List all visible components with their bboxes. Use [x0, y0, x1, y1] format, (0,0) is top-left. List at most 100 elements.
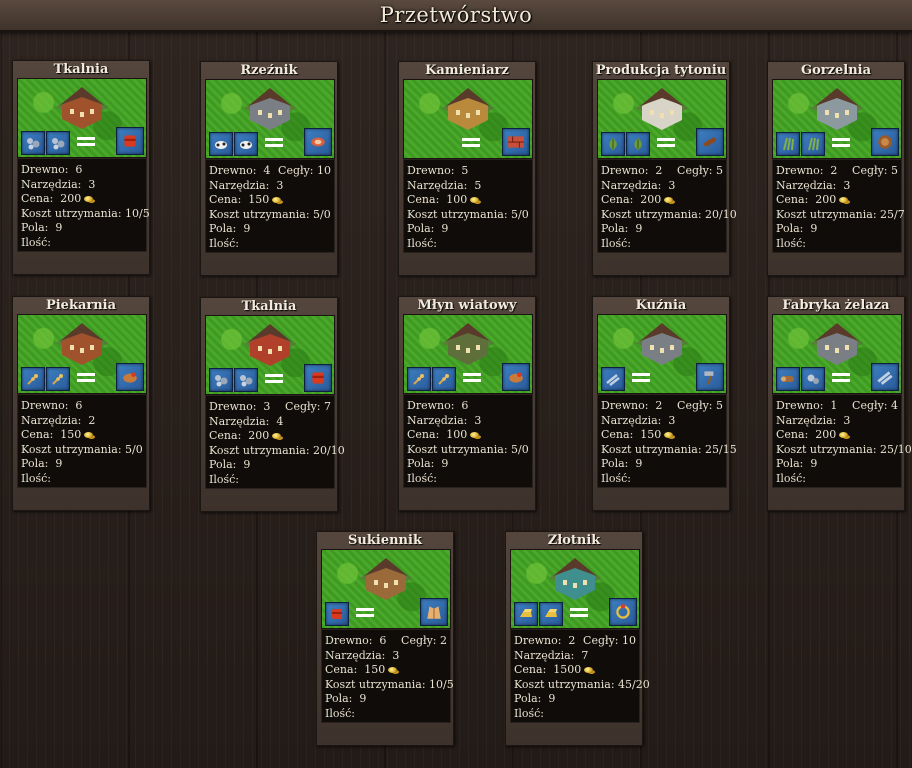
tools-label: Narzędzia:: [21, 177, 82, 191]
building-card[interactable]: Sukiennik Drewno: 6 Cegły: 2 Narzędzia: 3 Ce…: [316, 531, 454, 746]
fields-label: Pola:: [514, 692, 542, 705]
building-card[interactable]: Gorzelnia Drewno: 2 Cegły: 5 Narzędzia: 3 Ce…: [767, 61, 905, 276]
iron-bar-icon: [601, 367, 625, 391]
building-name: Gorzelnia: [800, 63, 872, 78]
weaving-mill-icon: [52, 85, 112, 131]
tools-label: Narzędzia:: [21, 413, 82, 427]
upkeep-value: 10/5: [125, 206, 150, 220]
wood-value: 5: [461, 164, 469, 177]
stone-icon: [21, 131, 45, 155]
upkeep-label: Koszt utrzymania:: [407, 442, 508, 456]
building-picture: [205, 79, 335, 159]
building-card[interactable]: Produkcja tytoniu Drewno: 2 Cegły: 5 Narzęd…: [592, 61, 737, 276]
bricks-value: 5: [716, 399, 723, 412]
price-value: 1500: [553, 663, 582, 676]
count-label: Ilość:: [21, 235, 51, 249]
fields-label: Pola:: [601, 222, 629, 235]
building-picture: [510, 549, 640, 629]
fields-value: 9: [635, 457, 643, 470]
tobacco-leaf-icon: [601, 132, 625, 156]
cloth-icon: [116, 127, 144, 155]
building-card[interactable]: Tkalnia Drewno: 6 Narzędzia: 3 Cena: 200 Kos…: [12, 60, 150, 275]
tools-label: Narzędzia:: [601, 413, 662, 427]
wood-value: 4: [263, 164, 271, 177]
price-value: 200: [815, 428, 837, 441]
bricks-label: Cegły:: [677, 164, 713, 177]
building-stats: Drewno: 2 Cegły: 10 Narzędzia: 7 Cena: 1500…: [510, 629, 650, 723]
wood-value: 6: [461, 399, 469, 412]
building-card[interactable]: Złotnik Drewno: 2 Cegły: 10 Narzędzia: 7 Cen…: [505, 531, 650, 746]
building-stats: Drewno: 5 Narzędzia: 5 Cena: 100 Koszt utrz…: [403, 159, 533, 253]
fields-value: 9: [55, 221, 63, 234]
wood-label: Drewno:: [325, 634, 373, 647]
tools-value: 3: [88, 177, 96, 191]
building-card[interactable]: Tkalnia Drewno: 3 Cegły: 7 Narzędzia: 4 Cena…: [200, 297, 345, 512]
equals-icon: [77, 137, 95, 146]
wood-value: 2: [655, 399, 663, 412]
equals-icon: [632, 373, 650, 382]
building-picture: [205, 315, 335, 395]
wood-label: Drewno:: [601, 399, 649, 412]
bricks-value: 5: [716, 164, 723, 177]
bread-icon: [502, 363, 530, 391]
price-label: Cena:: [601, 428, 634, 441]
building-name: Produkcja tytoniu: [595, 63, 727, 78]
upkeep-value: 5/0: [313, 207, 331, 221]
bricks-label: Cegły:: [677, 399, 713, 412]
gold-coin-icon: [272, 433, 282, 439]
price-value: 150: [60, 428, 82, 441]
building-stats: Drewno: 3 Cegły: 7 Narzędzia: 4 Cena: 200 Ko…: [205, 395, 345, 489]
price-label: Cena:: [776, 428, 809, 441]
equals-icon: [77, 373, 95, 382]
building-stats: Drewno: 2 Cegły: 5 Narzędzia: 3 Cena: 200 Ko…: [597, 159, 737, 253]
gold-coin-icon: [839, 197, 849, 203]
equals-icon: [832, 138, 850, 147]
fields-value: 9: [548, 692, 556, 705]
log-icon: [776, 367, 800, 391]
building-card[interactable]: Młyn wiatowy Drewno: 6 Narzędzia: 3 Cena: 1…: [398, 296, 536, 511]
fields-value: 9: [441, 222, 449, 235]
tools-value: 3: [668, 413, 676, 427]
wood-label: Drewno:: [209, 400, 257, 413]
price-value: 150: [640, 428, 662, 441]
fields-value: 9: [243, 458, 251, 471]
fields-label: Pola:: [21, 457, 49, 470]
count-label: Ilość:: [407, 471, 437, 485]
building-card[interactable]: Kuźnia Drewno: 2 Cegły: 5 Narzędzia: 3 Cena:…: [592, 296, 737, 511]
building-name: Rzeźnik: [240, 63, 298, 78]
building-card[interactable]: Fabryka żelaza Drewno: 1 Cegły: 4 Narzędzia…: [767, 296, 912, 511]
tools-label: Narzędzia:: [325, 648, 386, 662]
building-name: Tkalnia: [53, 62, 109, 77]
gold-coin-icon: [84, 432, 94, 438]
building-card[interactable]: Kamieniarz Drewno: 5 Narzędzia: 5 Cena: 100…: [398, 61, 536, 276]
ironworks-icon: [807, 321, 867, 367]
tools-value: 3: [392, 648, 400, 662]
building-card[interactable]: Rzeźnik Drewno: 4 Cegły: 10 Narzędzia: 3 Cen…: [200, 61, 338, 276]
goldsmith-icon: [545, 556, 605, 602]
butcher-icon: [240, 86, 300, 132]
count-label: Ilość:: [601, 471, 631, 485]
upkeep-value: 25/15: [705, 442, 737, 456]
price-value: 150: [364, 663, 386, 676]
building-stats: Drewno: 6 Narzędzia: 2 Cena: 150 Koszt utrz…: [17, 394, 147, 488]
tools-label: Narzędzia:: [776, 413, 837, 427]
price-value: 150: [248, 193, 270, 206]
building-card[interactable]: Piekarnia Drewno: 6 Narzędzia: 2 Cena: 150 K…: [12, 296, 150, 511]
wood-value: 2: [568, 634, 576, 647]
stone-icon: [209, 368, 233, 392]
bricks-value: 10: [317, 164, 331, 177]
coat-icon: [420, 598, 448, 626]
wood-label: Drewno:: [514, 634, 562, 647]
bread-icon: [116, 363, 144, 391]
equals-icon: [265, 374, 283, 383]
gold-coin-icon: [470, 197, 480, 203]
building-name: Tkalnia: [241, 299, 297, 314]
equals-icon: [832, 373, 850, 382]
building-name: Sukiennik: [348, 533, 422, 548]
fields-label: Pola:: [601, 457, 629, 470]
wood-label: Drewno:: [209, 164, 257, 177]
wood-value: 2: [655, 164, 663, 177]
stone-icon: [46, 131, 70, 155]
price-label: Cena:: [21, 428, 54, 441]
building-picture: [17, 78, 147, 158]
